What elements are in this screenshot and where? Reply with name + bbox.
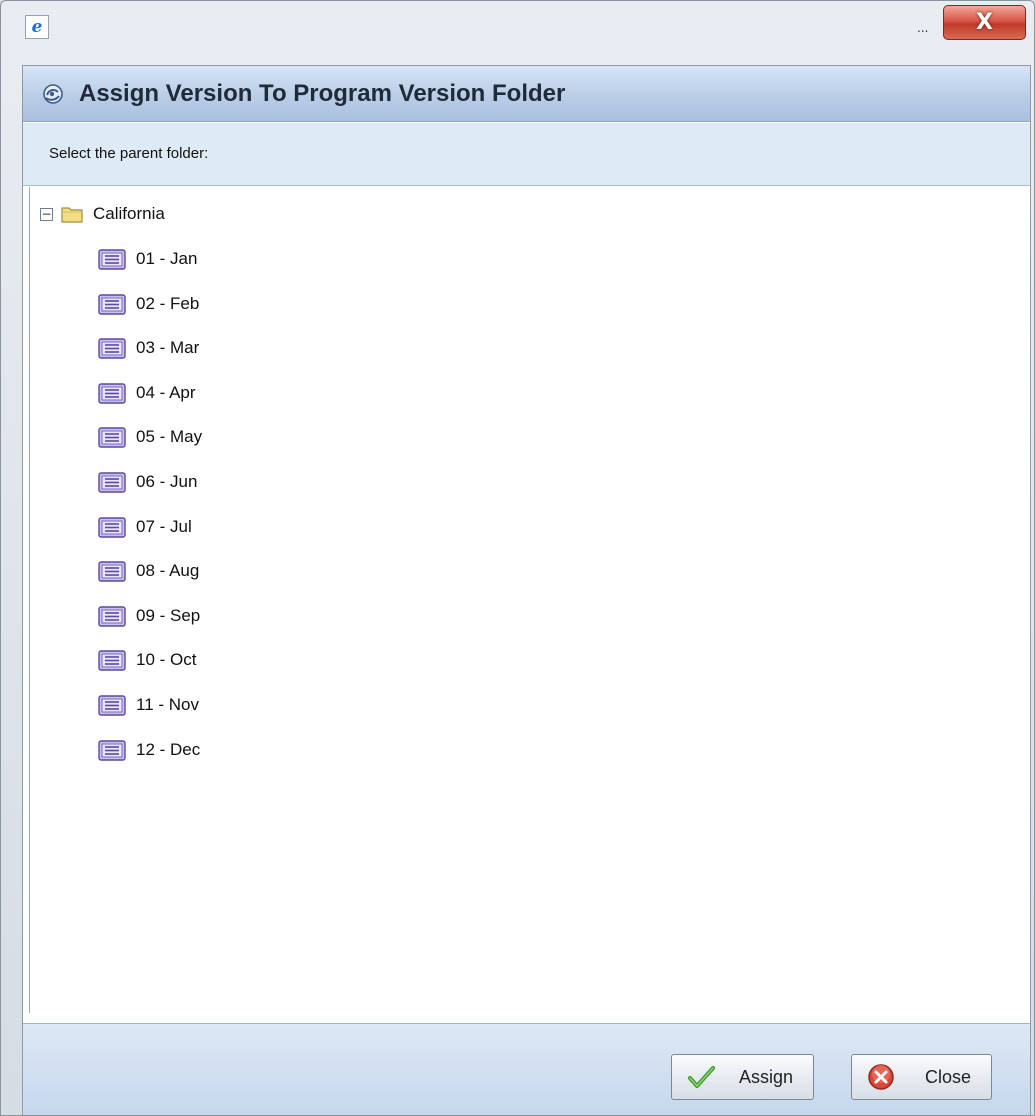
program-version-folder-icon [98,427,126,449]
program-version-folder-icon [98,472,126,493]
tree-item-label: 03 - Mar [136,338,200,358]
tree-item-label: 07 - Jul [136,516,192,536]
tree-item-label: 11 - Nov [136,695,199,714]
program-version-folder-icon [98,249,126,270]
tree-item-label: 02 - Feb [136,293,200,313]
dialog-footer: Assign Close [23,1023,1030,1115]
collapse-toggle-icon[interactable]: − [40,207,53,221]
tree-root-california[interactable]: − California [40,201,165,227]
internet-explorer-icon: e [25,15,49,39]
tree-item-folder[interactable]: 09 - Sep [98,602,200,630]
folder-tree: − California 01 - Jan 02 - Feb 03 - Mar 04 … [29,187,1028,1013]
tree-item-label: 08 - Aug [136,561,200,581]
tree-item-label: 10 - Oct [136,650,197,670]
instruction-bar: Select the parent folder: [23,123,1030,186]
program-version-folder-icon [98,561,126,582]
instruction-label: Select the parent folder: [49,145,209,162]
close-button[interactable]: Close [851,1054,992,1100]
window-close-button[interactable]: X [943,5,1026,40]
title-ellipsis: ... [917,21,929,35]
tree-item-folder[interactable]: 02 - Feb [98,290,199,318]
tree-item-folder[interactable]: 03 - Mar [98,334,199,362]
tree-item-folder[interactable]: 07 - Jul [98,513,192,541]
tree-root-label: California [93,204,165,223]
tree-item-folder[interactable]: 01 - Jan [98,245,197,273]
assign-version-dialog: Assign Version To Program Version Folder… [22,65,1031,1115]
tree-item-folder[interactable]: 11 - Nov [98,691,199,719]
version-folder-icon [43,84,63,104]
tree-item-folder[interactable]: 08 - Aug [98,557,199,585]
tree-item-label: 01 - Jan [136,249,198,268]
program-version-folder-icon [98,516,126,538]
dialog-header: Assign Version To Program Version Folder [23,66,1030,122]
program-version-folder-icon [98,383,126,404]
tree-item-label: 12 - Dec [136,739,201,759]
close-circle-icon [868,1064,894,1090]
tree-item-label: 06 - Jun [136,472,198,491]
tree-item-folder[interactable]: 10 - Oct [98,646,196,674]
tree-item-folder[interactable]: 05 - May [98,423,202,451]
program-version-folder-icon [98,293,126,315]
assign-button-label: Assign [738,1067,793,1087]
browser-dialog-window: e ... X Assign Version To Program Versio… [0,0,1035,1116]
tree-item-folder[interactable]: 12 - Dec [98,736,200,764]
program-version-folder-icon [98,739,126,761]
tree-item-label: 04 - Apr [136,382,196,402]
checkmark-icon [688,1066,715,1088]
program-version-folder-icon [98,338,126,359]
tree-item-folder[interactable]: 04 - Apr [98,379,196,407]
tree-item-label: 09 - Sep [136,605,201,625]
tree-item-label: 05 - May [136,427,203,447]
assign-button[interactable]: Assign [671,1054,814,1100]
program-version-folder-icon [98,695,126,716]
folder-icon [61,207,83,223]
program-version-folder-icon [98,606,126,627]
program-version-folder-icon [98,650,126,672]
tree-item-folder[interactable]: 06 - Jun [98,468,197,496]
dialog-title: Assign Version To Program Version Folder [79,80,566,107]
close-button-label: Close [924,1067,971,1087]
window-titlebar: e ... X [1,1,1034,43]
